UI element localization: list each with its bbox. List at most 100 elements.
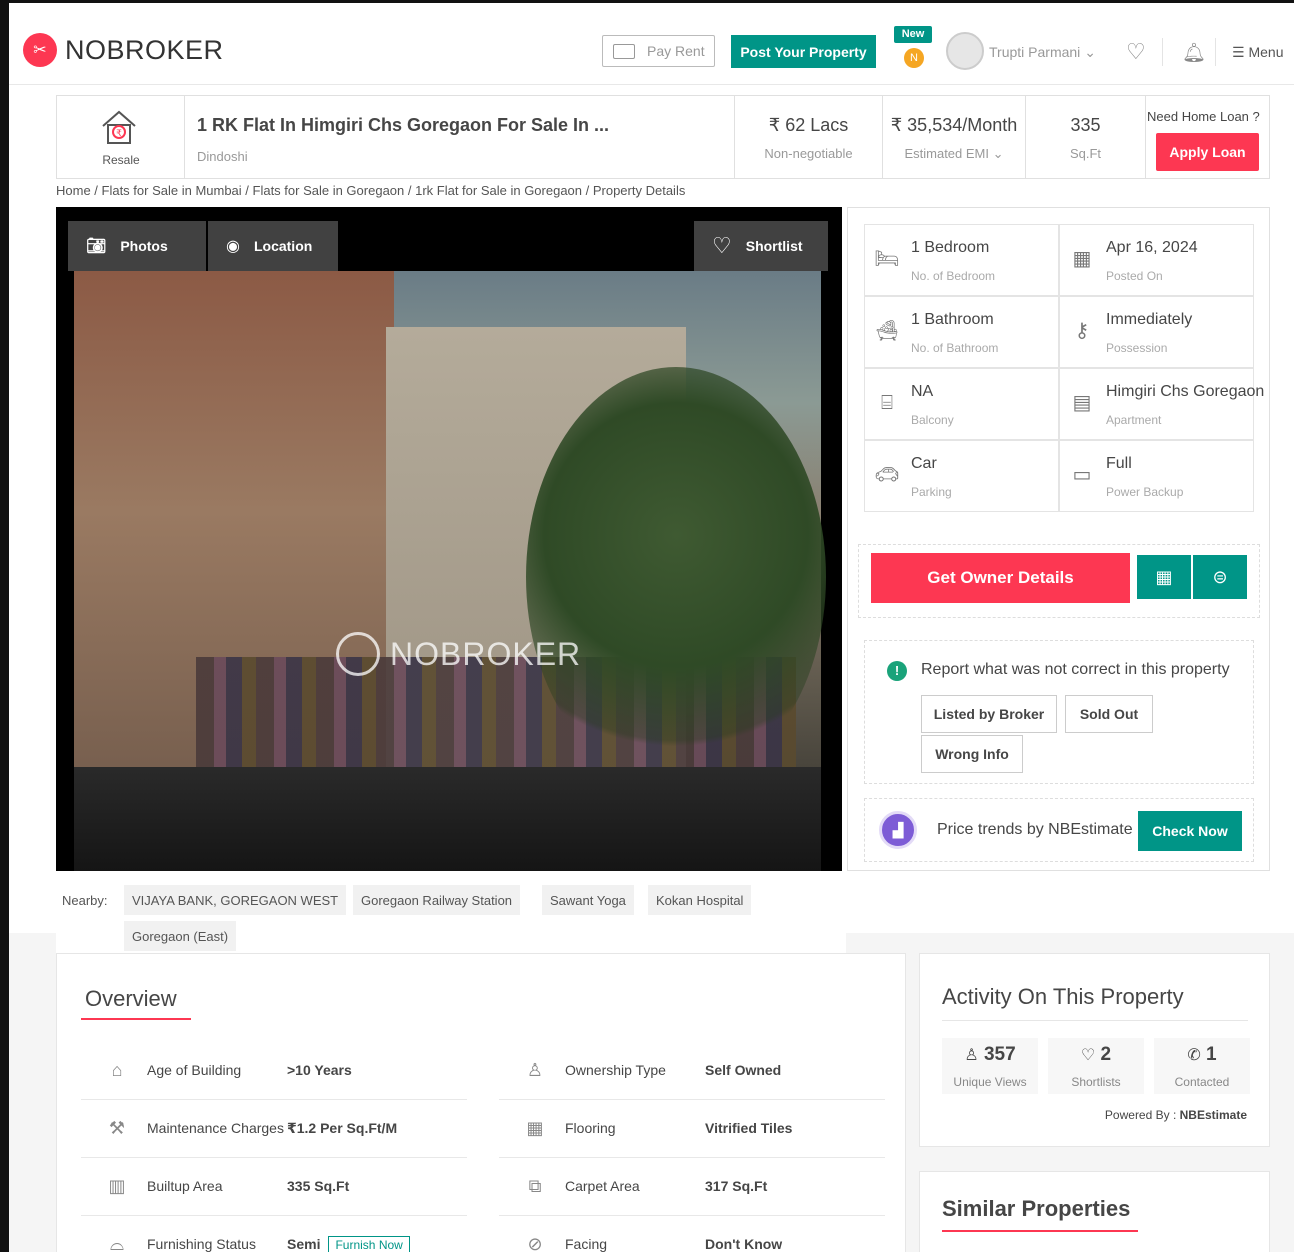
detail-apartment: ▤ Himgiri Chs Goregaon Apartment — [1059, 368, 1264, 440]
overview-row: ⚒ Maintenance Charges ₹1.2 Per Sq.Ft/M — [81, 1100, 467, 1158]
title-underline — [942, 1230, 1138, 1232]
area-cell: 335 Sq.Ft — [1026, 96, 1146, 178]
alert-icon: ! — [887, 661, 907, 681]
chevron-down-icon: ⌄ — [1084, 44, 1096, 60]
compass-icon: ◉ — [226, 238, 240, 255]
emi-note: Estimated EMI ⌄ — [904, 146, 1004, 161]
watermark-logo-icon — [336, 632, 380, 676]
apply-loan-button[interactable]: Apply Loan — [1156, 133, 1259, 171]
sold-out-button[interactable]: Sold Out — [1065, 695, 1153, 733]
photos-button[interactable]: 📷︎ Photos — [68, 221, 206, 271]
get-owner-details-button[interactable]: Get Owner Details — [871, 553, 1130, 603]
property-photo[interactable]: NOBROKER 📷︎ Photos ◉ Location ♡ Shortlist — [56, 207, 842, 871]
phone-icon: ✆ — [1187, 1047, 1201, 1064]
title-underline — [81, 1018, 191, 1020]
location-button[interactable]: ◉ Location — [208, 221, 338, 271]
property-title: 1 RK Flat In Himgiri Chs Goregaon For Sa… — [197, 115, 610, 135]
logo-text: NOBROKER — [65, 34, 224, 65]
price-note: Non-negotiable — [764, 146, 853, 161]
nearby-chip[interactable]: Goregaon Railway Station — [353, 885, 521, 915]
unique-views-stat: ♙ 357 Unique Views — [942, 1038, 1038, 1094]
detail-possession: ⚷ Immediately Possession — [1059, 296, 1254, 368]
logo-icon: ✂ — [23, 33, 57, 67]
page: ✂ NOBROKER Pay Rent Post Your Property N… — [0, 0, 1294, 1252]
photo-ground — [74, 767, 821, 871]
battery-icon: ▭ — [1072, 464, 1092, 486]
schedule-visit-button[interactable]: ▦ — [1137, 555, 1191, 599]
resale-label: Resale — [102, 153, 140, 167]
wrong-info-button[interactable]: Wrong Info — [921, 735, 1023, 773]
detail-balcony: ⌸ NA Balcony — [864, 368, 1059, 440]
furnish-now-button[interactable]: Furnish Now — [328, 1236, 410, 1252]
key-icon: ⚷ — [1074, 320, 1090, 342]
overview-row: ⌓ Furnishing Status Semi Furnish Now — [81, 1216, 467, 1252]
nearby-chip[interactable]: VIJAYA BANK, GOREGAON WEST — [124, 885, 347, 915]
menu-button[interactable]: ☰ Menu — [1232, 44, 1283, 61]
overview-row: ▦ Flooring Vitrified Tiles — [499, 1100, 885, 1158]
notification-dot-icon[interactable]: N — [904, 48, 924, 68]
similar-title: Similar Properties — [942, 1196, 1131, 1221]
pay-rent-button[interactable]: Pay Rent — [602, 35, 715, 67]
report-box: ! Report what was not correct in this pr… — [864, 640, 1254, 784]
user-icon: ♙ — [964, 1047, 979, 1064]
shortlist-button[interactable]: ♡ Shortlist — [694, 221, 828, 271]
divider — [942, 1020, 1248, 1021]
nearby-chip[interactable]: Sawant Yoga — [542, 885, 634, 915]
overview-row: ♙ Ownership Type Self Owned — [499, 1042, 885, 1100]
detail-bathroom: 🛁︎ 1 Bathroom No. of Bathroom — [864, 296, 1059, 368]
resale-cell: ₹ Resale — [57, 96, 185, 178]
heart-icon: ♡ — [1080, 1047, 1096, 1064]
resale-house-icon: ₹ — [102, 110, 136, 144]
emi-cell[interactable]: ₹ 35,534/Month Estimated EMI ⌄ — [883, 96, 1026, 178]
nobroker-logo[interactable]: ✂ NOBROKER — [23, 33, 224, 67]
price-trends-box: ▟ Price trends by NBEstimate Check Now — [864, 798, 1254, 862]
avatar[interactable] — [946, 32, 984, 70]
new-badge: New — [894, 26, 932, 43]
user-name: Trupti Parmani — [989, 44, 1081, 60]
person-icon: ♙ — [526, 1060, 544, 1080]
bed-icon: 🛏︎ — [874, 248, 900, 270]
chat-icon: ⊜ — [1212, 566, 1228, 587]
pay-rent-label: Pay Rent — [647, 43, 705, 59]
property-locality[interactable]: Dindoshi — [197, 149, 248, 164]
car-icon: 🚗︎ — [874, 464, 900, 486]
divider — [1215, 38, 1216, 66]
svg-text:₹: ₹ — [116, 129, 122, 139]
overview-row: ⧉ Carpet Area 317 Sq.Ft — [499, 1158, 885, 1216]
chart-icon: ▟ — [879, 811, 917, 849]
powered-by: Powered By : NBEstimate — [1104, 1108, 1247, 1122]
cake-icon: ⌂ — [111, 1060, 123, 1080]
chat-button[interactable]: ⊜ — [1193, 555, 1247, 599]
tools-icon: ⚒ — [108, 1118, 126, 1138]
details-panel: 🛏︎ 1 Bedroom No. of Bedroom ▦ Apr 16, 2024 P… — [847, 207, 1270, 871]
check-now-button[interactable]: Check Now — [1138, 811, 1242, 851]
menu-label: Menu — [1248, 44, 1284, 60]
overview-row: ▥ Builtup Area 335 Sq.Ft — [81, 1158, 467, 1216]
chevron-down-icon: ⌄ — [992, 146, 1004, 161]
shortlists-stat: ♡ 2 Shortlists — [1048, 1038, 1144, 1094]
carpet-icon: ⧉ — [528, 1176, 542, 1196]
detail-parking: 🚗︎ Car Parking — [864, 440, 1059, 512]
detail-posted-on: ▦ Apr 16, 2024 Posted On — [1059, 224, 1254, 296]
sofa-icon: ⌓ — [109, 1234, 125, 1252]
calendar-icon: ▦ — [1072, 248, 1092, 270]
listed-by-broker-button[interactable]: Listed by Broker — [921, 695, 1057, 733]
nearby-chip[interactable]: Kokan Hospital — [648, 885, 752, 915]
nearby-chip[interactable]: Goregaon (East) — [124, 921, 237, 951]
price-trends-text: Price trends by NBEstimate — [937, 821, 1133, 838]
bathtub-icon: 🛁︎ — [874, 320, 900, 342]
hamburger-icon: ☰ — [1232, 44, 1245, 60]
post-property-button[interactable]: Post Your Property — [731, 35, 876, 68]
balcony-icon: ⌸ — [881, 392, 893, 414]
user-menu[interactable]: Trupti Parmani ⌄ — [989, 44, 1096, 61]
bell-icon[interactable]: 🔔︎ — [1182, 41, 1206, 65]
building-icon: ▤ — [1072, 392, 1092, 414]
card-icon — [613, 43, 635, 59]
report-title: Report what was not correct in this prop… — [921, 661, 1230, 678]
tiles-icon: ▦ — [526, 1118, 544, 1138]
detail-power-backup: ▭ Full Power Backup — [1059, 440, 1254, 512]
breadcrumb[interactable]: Home / Flats for Sale in Mumbai / Flats … — [56, 183, 685, 198]
shortlist-heart-icon[interactable]: ♡ — [1126, 39, 1146, 65]
area-unit: Sq.Ft — [1069, 146, 1102, 161]
building-area-icon: ▥ — [108, 1176, 126, 1196]
